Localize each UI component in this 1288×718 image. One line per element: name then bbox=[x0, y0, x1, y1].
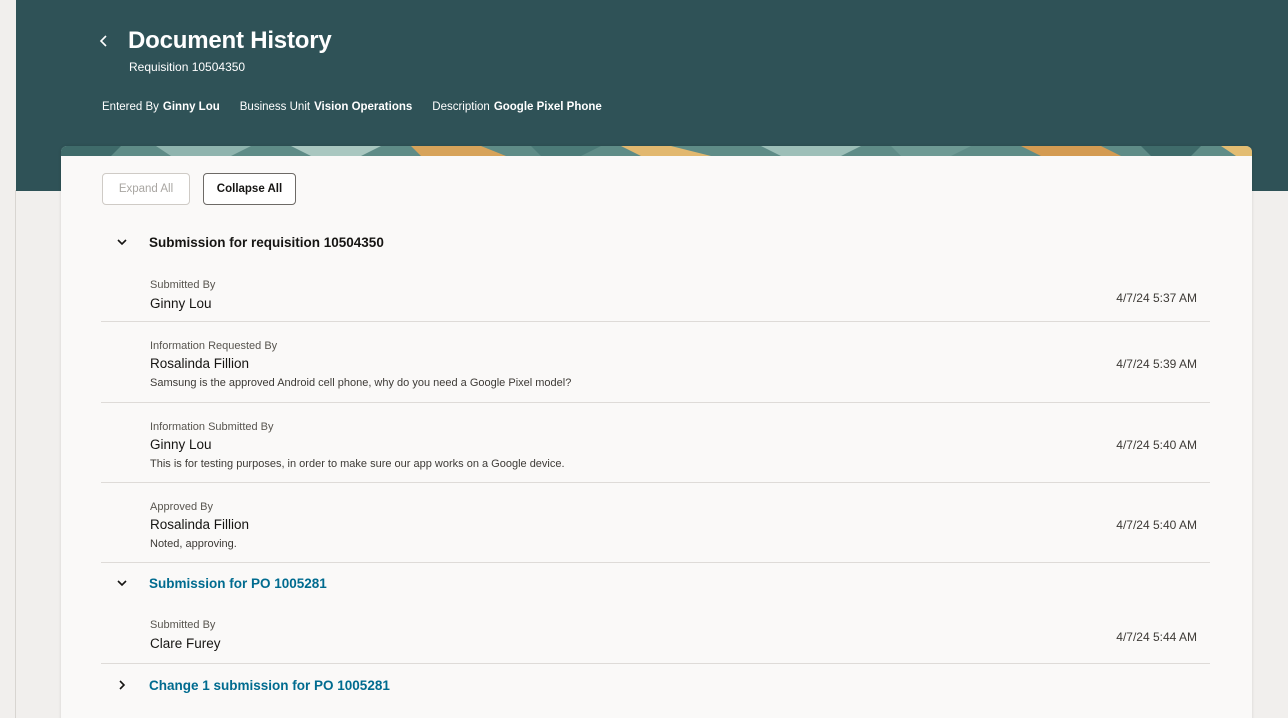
entry-user-name: Rosalinda Fillion bbox=[150, 517, 250, 532]
entry-action-label: Information Requested By bbox=[150, 340, 278, 352]
entry-user-name: Ginny Lou bbox=[150, 296, 212, 311]
section-title: Submission for PO 1005281 bbox=[149, 575, 327, 591]
history-entry: Information Submitted By Ginny Lou This … bbox=[101, 418, 1210, 478]
divider bbox=[101, 402, 1210, 403]
entry-user-name: Rosalinda Fillion bbox=[150, 356, 250, 371]
entry-action-label: Submitted By bbox=[150, 619, 216, 631]
page-left-border bbox=[15, 190, 16, 718]
meta-entered-by: Entered By Ginny Lou bbox=[102, 101, 220, 113]
meta-label: Description bbox=[432, 101, 490, 113]
collapse-all-button[interactable]: Collapse All bbox=[203, 173, 296, 205]
page-subtitle: Requisition 10504350 bbox=[129, 60, 246, 74]
expand-all-button[interactable]: Expand All bbox=[102, 173, 190, 205]
section-toggle-po[interactable]: Submission for PO 1005281 bbox=[113, 572, 327, 594]
divider bbox=[101, 482, 1210, 483]
entry-timestamp: 4/7/24 5:37 AM bbox=[1116, 291, 1197, 305]
meta-business-unit: Business Unit Vision Operations bbox=[240, 101, 413, 113]
decorative-banner bbox=[61, 146, 1252, 156]
chevron-down-icon bbox=[113, 233, 131, 251]
meta-value: Google Pixel Phone bbox=[493, 101, 602, 113]
section-toggle-requisition[interactable]: Submission for requisition 10504350 bbox=[113, 231, 384, 253]
entry-timestamp: 4/7/24 5:39 AM bbox=[1116, 357, 1197, 371]
history-card: Expand All Collapse All Submission for r… bbox=[61, 146, 1252, 718]
entry-user-name: Ginny Lou bbox=[150, 437, 212, 452]
entry-action-label: Approved By bbox=[150, 501, 213, 513]
entry-timestamp: 4/7/24 5:44 AM bbox=[1116, 630, 1197, 644]
entry-action-label: Submitted By bbox=[150, 279, 216, 291]
entry-action-label: Information Submitted By bbox=[150, 421, 274, 433]
chevron-right-icon bbox=[113, 676, 131, 694]
page-title: Document History bbox=[128, 27, 332, 54]
entry-user-name: Clare Furey bbox=[150, 636, 221, 651]
divider bbox=[101, 562, 1210, 563]
entry-comment: This is for testing purposes, in order t… bbox=[150, 458, 565, 470]
header-meta: Entered By Ginny Lou Business Unit Vision … bbox=[102, 101, 622, 113]
divider bbox=[101, 663, 1210, 664]
section-title: Change 1 submission for PO 1005281 bbox=[149, 677, 390, 693]
meta-value: Ginny Lou bbox=[162, 101, 220, 113]
history-entry: Information Requested By Rosalinda Filli… bbox=[101, 337, 1210, 397]
history-entry: Approved By Rosalinda Fillion Noted, app… bbox=[101, 498, 1210, 558]
section-toggle-po-change[interactable]: Change 1 submission for PO 1005281 bbox=[113, 674, 390, 696]
section-title: Submission for requisition 10504350 bbox=[149, 234, 384, 250]
meta-value: Vision Operations bbox=[314, 101, 413, 113]
entry-comment: Samsung is the approved Android cell pho… bbox=[150, 377, 572, 389]
divider bbox=[101, 321, 1210, 322]
chevron-left-icon bbox=[99, 35, 107, 47]
history-entry: Submitted By Ginny Lou 4/7/24 5:37 AM bbox=[101, 276, 1210, 322]
entry-timestamp: 4/7/24 5:40 AM bbox=[1116, 518, 1197, 532]
entry-comment: Noted, approving. bbox=[150, 538, 237, 550]
back-button[interactable] bbox=[98, 30, 114, 52]
meta-label: Business Unit bbox=[239, 101, 311, 113]
meta-label: Entered By bbox=[102, 101, 159, 113]
entry-timestamp: 4/7/24 5:40 AM bbox=[1116, 438, 1197, 452]
chevron-down-icon bbox=[113, 574, 131, 592]
meta-description: Description Google Pixel Phone bbox=[432, 101, 602, 113]
history-entry: Submitted By Clare Furey 4/7/24 5:44 AM bbox=[101, 616, 1210, 662]
